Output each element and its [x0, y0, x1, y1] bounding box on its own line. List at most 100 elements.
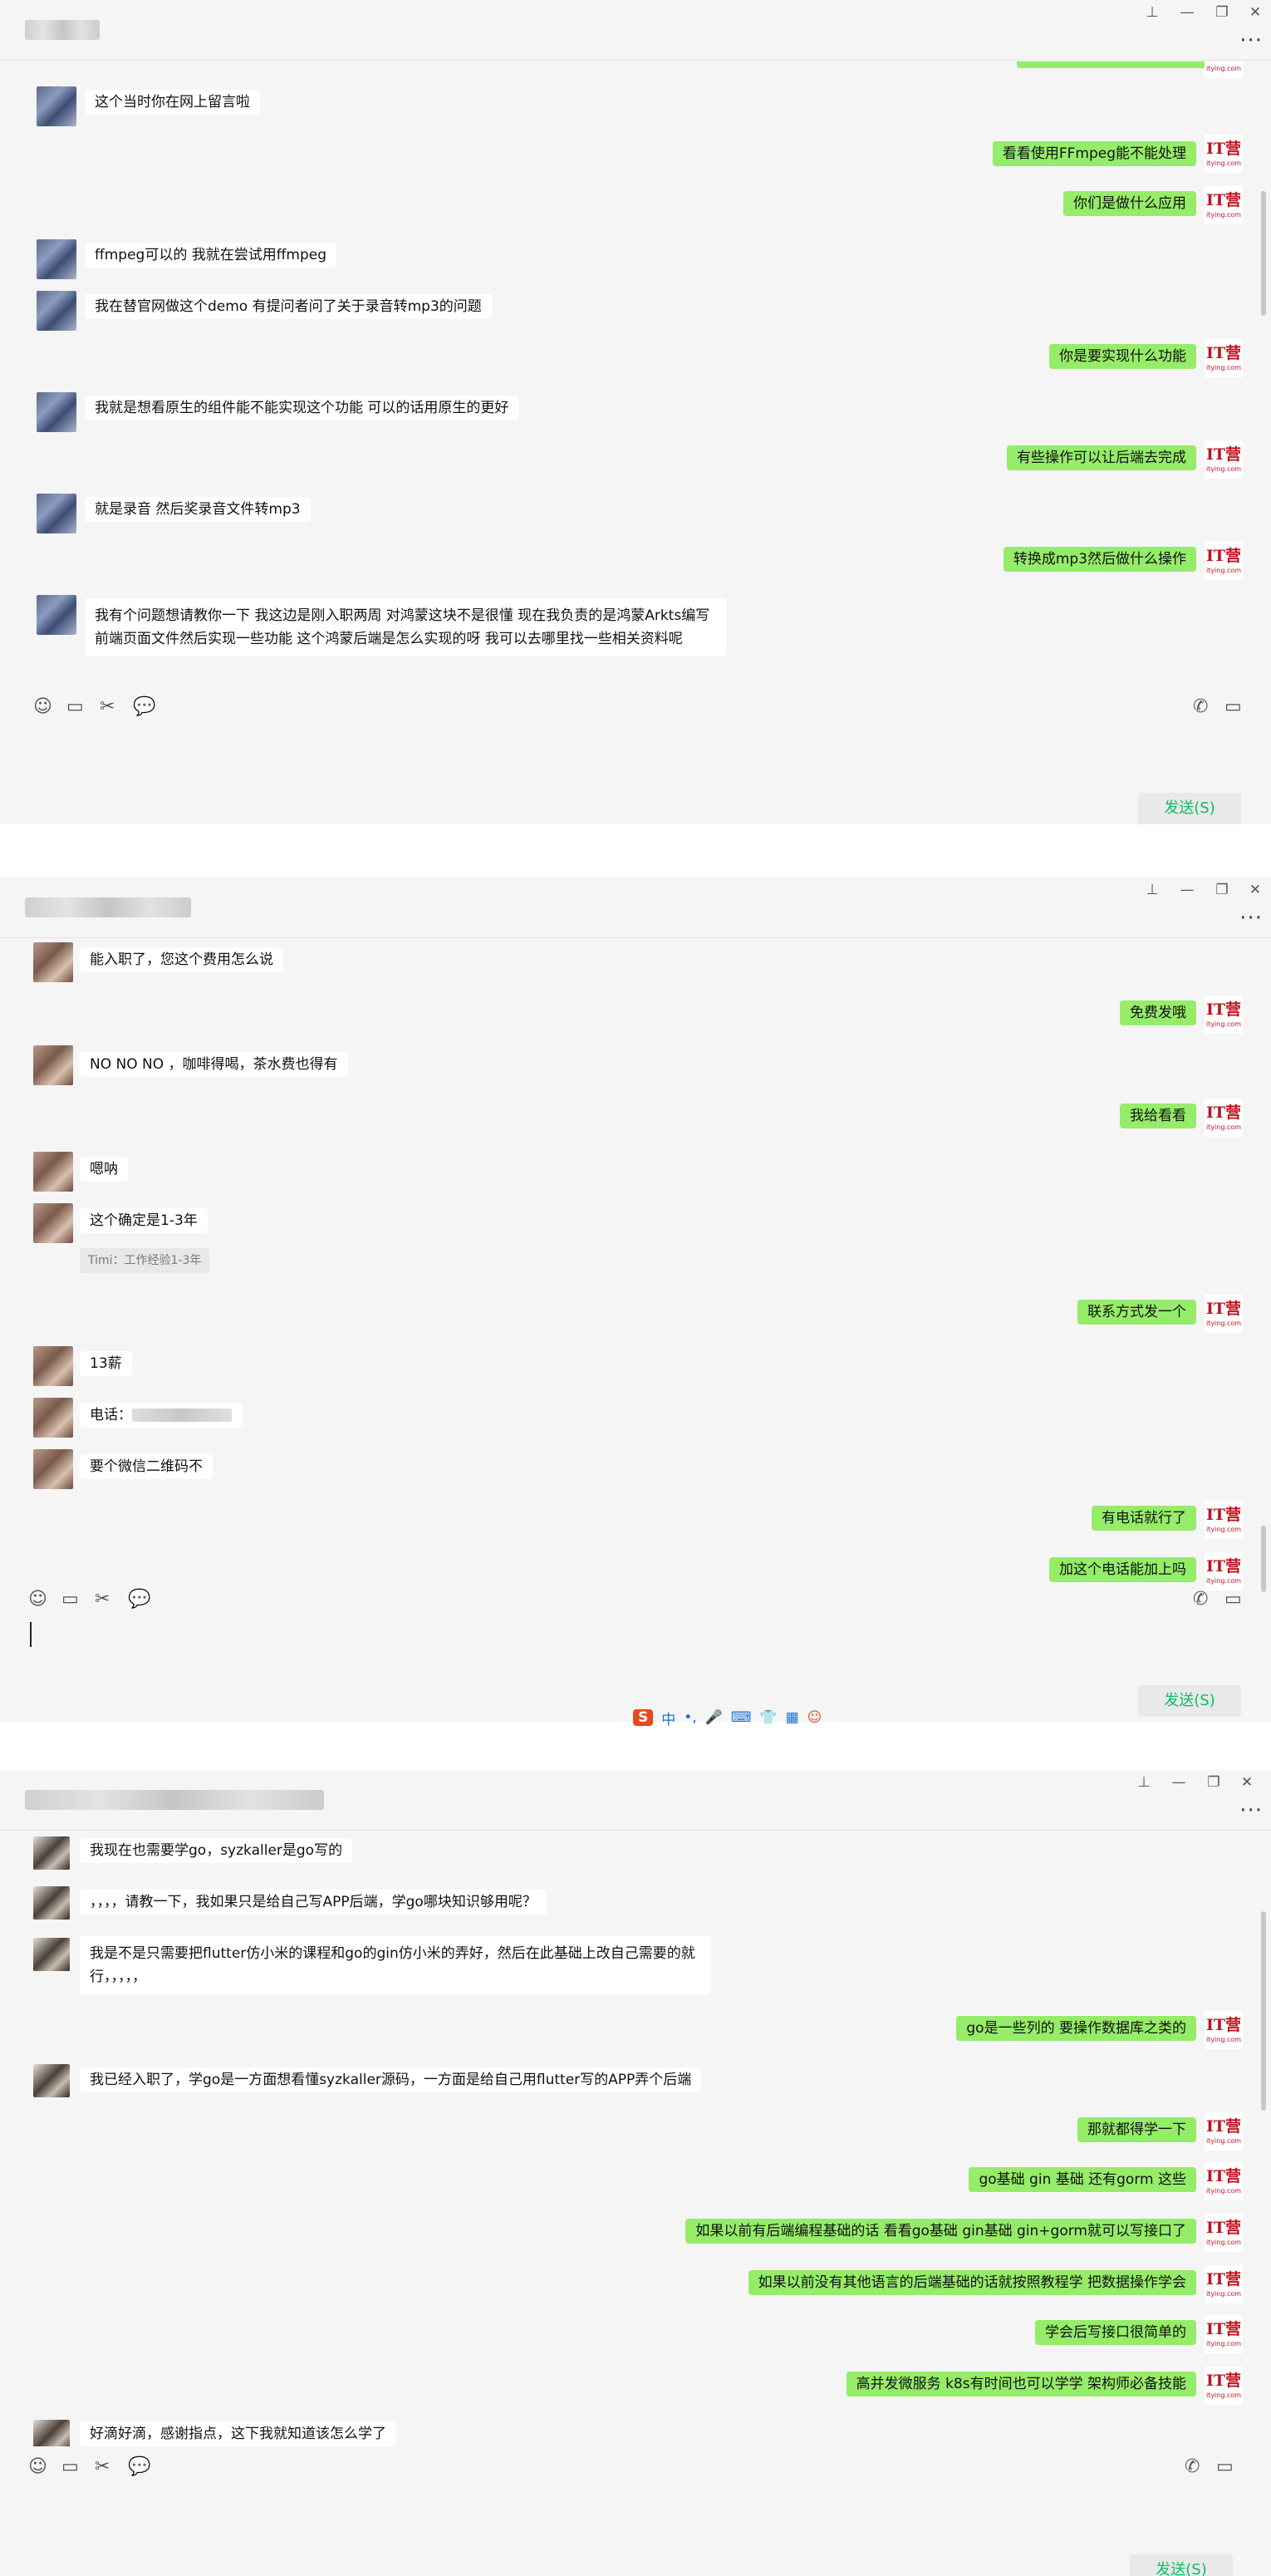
message-bubble[interactable]: 我给看看	[1120, 1104, 1196, 1128]
message-bubble[interactable]: 转换成mp3然后做什么操作	[1003, 547, 1196, 572]
sender-avatar-it-logo[interactable]: IT营 itying.com	[1205, 339, 1243, 377]
message-bubble[interactable]: 那就都得学一下	[1077, 2117, 1196, 2142]
emoji-icon[interactable]: ☺	[33, 696, 52, 717]
message-bubble[interactable]: 我就是想看原生的组件能不能实现这个功能 可以的话用原生的更好	[85, 396, 519, 420]
emoji-icon[interactable]: ☺	[28, 1589, 47, 1610]
avatar[interactable]	[37, 291, 76, 331]
message-input[interactable]	[25, 1617, 1138, 1684]
keyboard-icon[interactable]: ⌨	[731, 1709, 752, 1726]
ime-punctuation-icon[interactable]: •,	[684, 1709, 696, 1726]
microphone-icon[interactable]: 🎤	[705, 1709, 723, 1726]
message-bubble[interactable]: NO NO NO ，咖啡得喝，茶水费也得有	[80, 1052, 348, 1077]
pin-icon[interactable]: ⊥	[1131, 1773, 1156, 1792]
ime-language-toggle[interactable]: 中	[661, 1708, 675, 1728]
message-bubble[interactable]: 这个当时你在网上留言啦	[85, 90, 260, 115]
sogou-logo-icon[interactable]: S	[633, 1709, 654, 1726]
folder-icon[interactable]: ▭	[61, 1589, 79, 1610]
message-list[interactable]: IT营itying.com 这个当时你在网上留言啦 看看使用FFmpeg能不能处…	[0, 61, 1271, 676]
more-options-icon[interactable]: ···	[1239, 906, 1263, 931]
message-bubble[interactable]: 我在替官网做这个demo 有提问者问了关于录音转mp3的问题	[85, 294, 492, 319]
message-bubble[interactable]: 如果以前有后端编程基础的话 看看go基础 gin基础 gin+gorm就可以写接…	[685, 2219, 1196, 2244]
more-options-icon[interactable]: ···	[1239, 28, 1263, 53]
sender-avatar-it-logo[interactable]: IT营 itying.com	[1205, 1501, 1243, 1539]
chat-history-icon[interactable]: 💬	[128, 1589, 150, 1610]
sender-avatar-it-logo[interactable]: IT营 itying.com	[1205, 1099, 1243, 1137]
avatar[interactable]	[33, 1938, 70, 1971]
chat-history-icon[interactable]: 💬	[128, 2456, 150, 2477]
folder-icon[interactable]: ▭	[66, 696, 84, 717]
scissors-icon[interactable]: ✂	[95, 1589, 110, 1610]
message-bubble[interactable]: 要个微信二维码不	[80, 1454, 213, 1479]
restore-button[interactable]: ❐	[1210, 881, 1234, 899]
message-bubble[interactable]: 你是要实现什么功能	[1049, 344, 1196, 369]
scrollbar[interactable]	[1261, 191, 1266, 316]
message-bubble[interactable]: ，，，，请教一下，我如果只是给自己写APP后端，学go哪块知识够用呢？	[80, 1890, 547, 1915]
send-button[interactable]: 发送(S)	[1138, 793, 1241, 824]
restore-button[interactable]: ❐	[1210, 3, 1234, 22]
avatar[interactable]	[33, 1045, 73, 1085]
close-button[interactable]: ✕	[1234, 1773, 1259, 1792]
message-input[interactable]	[25, 2486, 1138, 2553]
close-button[interactable]: ✕	[1243, 881, 1268, 899]
sender-avatar-it-logo[interactable]: IT营 itying.com	[1205, 186, 1243, 224]
avatar[interactable]	[37, 494, 76, 533]
sender-avatar-it-logo[interactable]: IT营 itying.com	[1205, 1295, 1243, 1333]
restore-button[interactable]: ❐	[1201, 1773, 1226, 1792]
avatar[interactable]	[33, 1203, 73, 1243]
chat-history-icon[interactable]: 💬	[133, 696, 155, 717]
video-icon[interactable]: ▭	[1216, 2456, 1234, 2477]
phone-icon[interactable]: ✆	[1193, 1589, 1208, 1610]
avatar[interactable]	[37, 239, 76, 279]
sender-avatar-it-logo[interactable]: IT营 itying.com	[1205, 2011, 1243, 2049]
minimize-button[interactable]: —	[1175, 881, 1200, 899]
more-options-icon[interactable]: ···	[1239, 1798, 1263, 1823]
avatar[interactable]	[33, 1836, 70, 1870]
message-bubble[interactable]: 我已经入职了，学go是一方面想看懂syzkaller源码，一方面是给自己用flu…	[80, 2067, 702, 2092]
sender-avatar-it-logo[interactable]: IT营 itying.com	[1205, 2112, 1243, 2151]
avatar[interactable]	[37, 86, 76, 126]
avatar[interactable]	[33, 1398, 73, 1438]
avatar[interactable]	[33, 1152, 73, 1192]
avatar[interactable]	[37, 392, 76, 432]
send-button[interactable]: 发送(S)	[1130, 2554, 1233, 2576]
message-bubble[interactable]: 看看使用FFmpeg能不能处理	[992, 141, 1196, 166]
phone-icon[interactable]: ✆	[1193, 696, 1208, 717]
sender-avatar-it-logo[interactable]: IT营 itying.com	[1205, 2315, 1243, 2353]
avatar[interactable]	[33, 1346, 73, 1386]
video-icon[interactable]: ▭	[1224, 696, 1242, 717]
message-bubble[interactable]: 13薪	[80, 1351, 132, 1376]
sender-avatar-it-logo[interactable]: IT营 itying.com	[1205, 2367, 1243, 2405]
avatar[interactable]	[33, 1886, 70, 1920]
toolbox-icon[interactable]: ▦	[786, 1709, 799, 1726]
avatar[interactable]	[33, 2420, 70, 2446]
pin-icon[interactable]: ⊥	[1140, 3, 1165, 22]
message-bubble[interactable]: 我有个问题想请教你一下 我这边是刚入职两周 对鸿蒙这块不是很懂 现在我负责的是鸿…	[85, 598, 726, 656]
message-bubble[interactable]: 高并发微服务 k8s有时间也可以学学 架构师必备技能	[846, 2372, 1196, 2397]
video-icon[interactable]: ▭	[1224, 1589, 1242, 1610]
send-button[interactable]: 发送(S)	[1138, 1685, 1241, 1717]
close-button[interactable]: ✕	[1243, 3, 1268, 22]
scissors-icon[interactable]: ✂	[100, 696, 115, 717]
scrollbar[interactable]	[1261, 1526, 1266, 1592]
emoji-icon[interactable]: ☺	[28, 2456, 47, 2477]
message-bubble[interactable]: go是一些列的 要操作数据库之类的	[956, 2016, 1196, 2041]
minimize-button[interactable]: —	[1175, 3, 1200, 22]
message-bubble[interactable]: 我现在也需要学go，syzkaller是go写的	[80, 1838, 353, 1863]
message-bubble[interactable]: 有些操作可以让后端去完成	[1007, 445, 1196, 470]
message-list[interactable]: 能入职了，您这个费用怎么说 免费发哦 IT营 itying.com NO NO N…	[0, 939, 1271, 1629]
sender-avatar-it-logo[interactable]: IT营 itying.com	[1205, 440, 1243, 479]
avatar[interactable]	[33, 2064, 70, 2097]
sender-avatar-it-logo[interactable]: IT营 itying.com	[1205, 542, 1243, 580]
avatar[interactable]	[33, 1449, 73, 1489]
sender-avatar-it-logo[interactable]: IT营 itying.com	[1205, 2265, 1243, 2303]
message-bubble[interactable]: 好滴好滴，感谢指点，这下我就知道该怎么学了	[80, 2421, 396, 2446]
message-bubble[interactable]: 嗯呐	[80, 1157, 128, 1182]
message-bubble[interactable]: 有电话就行了	[1092, 1506, 1196, 1531]
message-bubble[interactable]: 这个确定是1-3年	[80, 1208, 208, 1233]
pin-icon[interactable]: ⊥	[1140, 881, 1165, 899]
message-bubble[interactable]: 你们是做什么应用	[1063, 191, 1196, 216]
message-bubble[interactable]: 如果以前没有其他语言的后端基础的话就按照教程学 把数据操作学会	[748, 2270, 1196, 2295]
avatar[interactable]	[37, 595, 76, 635]
message-bubble[interactable]: 学会后写接口很简单的	[1035, 2320, 1196, 2345]
sender-avatar-it-logo[interactable]: IT营 itying.com	[1205, 2214, 1243, 2252]
